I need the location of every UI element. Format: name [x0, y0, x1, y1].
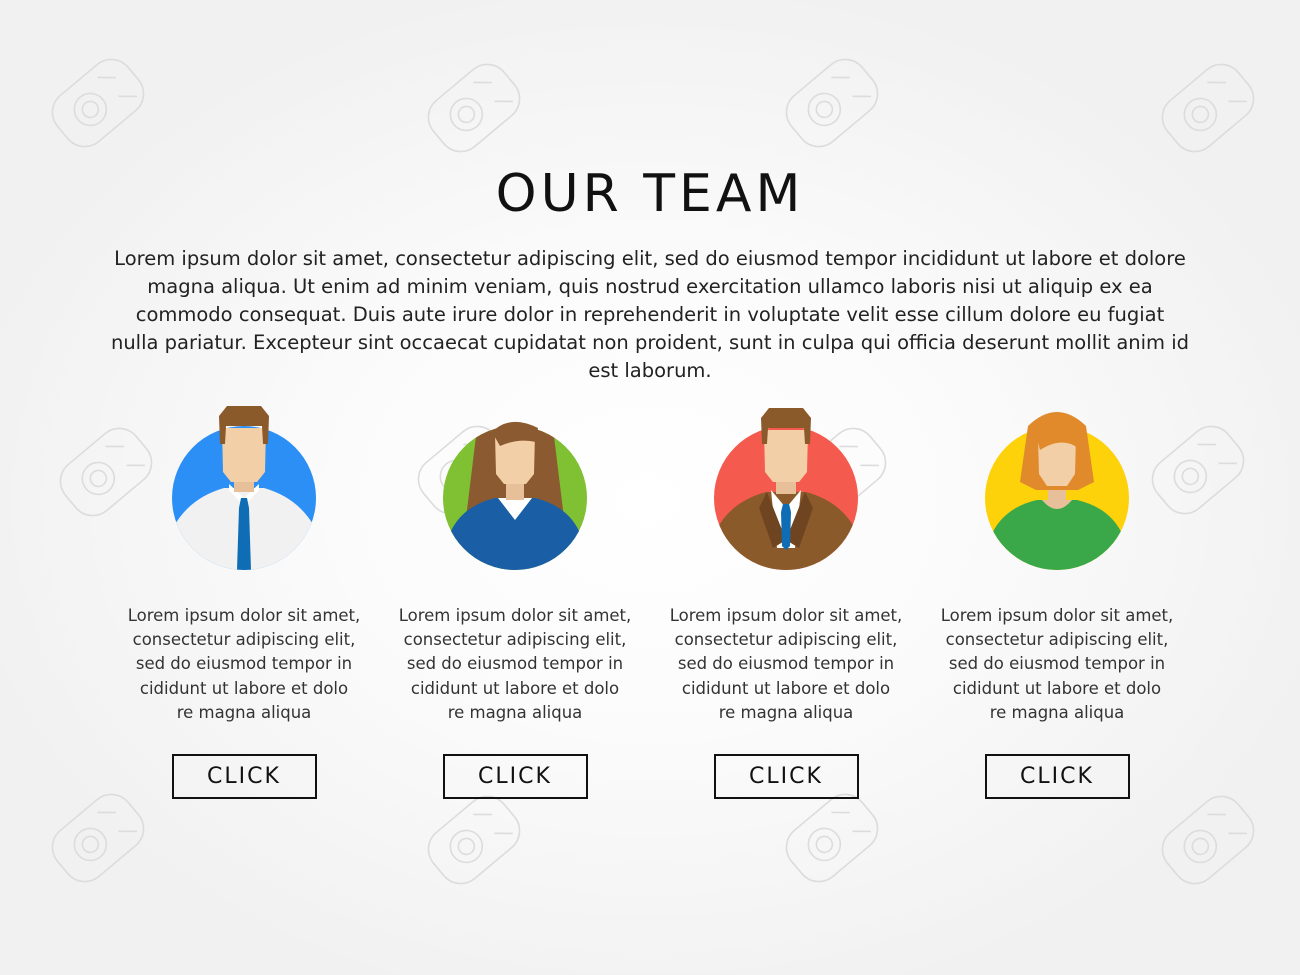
click-button[interactable]: CLICK [442, 754, 588, 799]
intro-paragraph: Lorem ipsum dolor sit amet, consectetur … [110, 247, 1190, 382]
team-member-card: Lorem ipsum dolor sit amet, consectetur … [666, 398, 906, 799]
description-line: sed do eiusmod tempor in [135, 654, 353, 674]
man-shirt-tie-avatar-icon [172, 406, 316, 570]
watermark-logo [42, 49, 154, 157]
team-member-card: Lorem ipsum dolor sit amet, consectetur … [395, 398, 635, 799]
description-line: Lorem ipsum dolor sit amet, [398, 606, 632, 625]
watermark-logo [1152, 786, 1264, 894]
man-brown-suit-avatar-icon [714, 408, 858, 570]
description-line: consectetur adipiscing elit, [403, 630, 627, 650]
woman-green-top-avatar-icon [985, 412, 1129, 570]
team-member-card: Lorem ipsum dolor sit amet, consectetur … [937, 398, 1177, 799]
description-line: Lorem ipsum dolor sit amet, [940, 606, 1174, 625]
watermark-logo [776, 49, 888, 157]
click-button[interactable]: CLICK [984, 754, 1130, 799]
description-line: cididunt ut labore et dolo [410, 678, 620, 698]
watermark-logo [1152, 54, 1264, 162]
description-line: consectetur adipiscing elit, [945, 630, 1169, 650]
description-line: re magna aliqua [447, 702, 583, 722]
click-button[interactable]: CLICK [171, 754, 317, 799]
description-line: re magna aliqua [989, 702, 1125, 722]
watermark-logo [418, 54, 530, 162]
member-description: Lorem ipsum dolor sit amet, consectetur … [937, 604, 1177, 725]
watermark-logo [776, 784, 888, 892]
watermark-logo [42, 784, 154, 892]
description-line: cididunt ut labore et dolo [139, 678, 349, 698]
watermark-logo [418, 786, 530, 894]
description-line: sed do eiusmod tempor in [677, 654, 895, 674]
description-line: Lorem ipsum dolor sit amet, [127, 606, 361, 625]
description-line: re magna aliqua [718, 702, 854, 722]
description-line: Lorem ipsum dolor sit amet, [669, 606, 903, 625]
description-line: sed do eiusmod tempor in [406, 654, 624, 674]
description-line: consectetur adipiscing elit, [132, 630, 356, 650]
page-title: OUR TEAM [495, 164, 805, 224]
description-line: cididunt ut labore et dolo [952, 678, 1162, 698]
team-member-card: Lorem ipsum dolor sit amet, consectetur … [124, 398, 364, 799]
description-line: cididunt ut labore et dolo [681, 678, 891, 698]
member-description: Lorem ipsum dolor sit amet, consectetur … [666, 604, 906, 725]
woman-blue-jacket-avatar-icon [443, 421, 587, 570]
member-description: Lorem ipsum dolor sit amet, consectetur … [124, 604, 364, 725]
description-line: re magna aliqua [176, 702, 312, 722]
member-description: Lorem ipsum dolor sit amet, consectetur … [395, 604, 635, 725]
description-line: sed do eiusmod tempor in [948, 654, 1166, 674]
click-button[interactable]: CLICK [713, 754, 859, 799]
description-line: consectetur adipiscing elit, [674, 630, 898, 650]
